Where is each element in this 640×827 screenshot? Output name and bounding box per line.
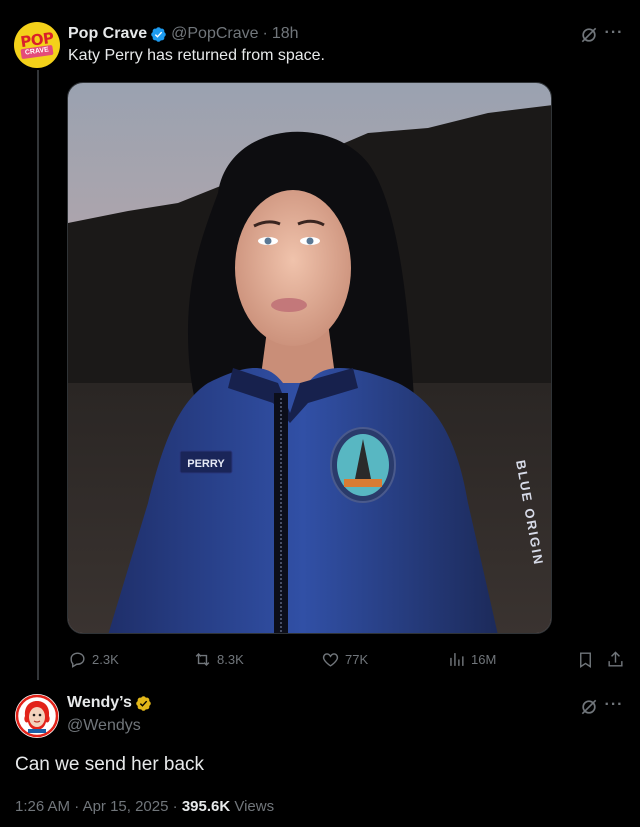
bookmark-button[interactable] [576, 648, 595, 670]
tweet-image[interactable]: PERRY BLUE ORIGIN [67, 82, 552, 634]
views-label: Views [234, 798, 275, 815]
repost-count: 8.3K [217, 651, 244, 667]
verified-badge-icon[interactable] [150, 26, 167, 43]
avatar[interactable] [15, 694, 59, 738]
reply-button[interactable]: 2.3K [68, 648, 119, 670]
photo-katy-perry: PERRY BLUE ORIGIN [68, 83, 551, 633]
author-handle[interactable]: @Wendys [67, 717, 141, 735]
more-icon[interactable]: ··· [604, 25, 624, 46]
views-count: 16M [471, 651, 497, 667]
views-count: 395.6K [181, 798, 231, 815]
share-button[interactable] [606, 648, 625, 670]
verified-badge-icon[interactable] [135, 695, 152, 712]
like-icon [322, 652, 339, 667]
separator-dot: · [74, 798, 80, 815]
author-name[interactable]: Pop Crave [68, 25, 147, 43]
like-button[interactable]: 77K [321, 648, 368, 670]
like-count: 77K [345, 651, 369, 667]
separator-dot: · [262, 25, 268, 42]
reply-icon [70, 651, 85, 668]
tweet-date[interactable]: Apr 15, 2025 [83, 798, 169, 815]
tweet-header: Wendy’s [67, 694, 156, 712]
author-handle[interactable]: @PopCrave [171, 25, 258, 43]
tweet-header: Pop Crave @PopCrave · 18h [68, 23, 299, 45]
repost-icon [195, 652, 210, 666]
suit-patch-text: PERRY [187, 458, 225, 470]
tweet-text: Can we send her back [15, 754, 205, 775]
views-icon [450, 652, 464, 666]
tweet-time[interactable]: 18h [272, 25, 299, 43]
bookmark-icon [580, 651, 591, 668]
avatar[interactable]: POP CRAVE [14, 22, 60, 68]
repost-button[interactable]: 8.3K [193, 648, 244, 670]
tweet-time[interactable]: 1:26 AM [15, 798, 70, 815]
thread-line [37, 70, 39, 680]
wendys-logo-icon [15, 694, 59, 738]
author-name[interactable]: Wendy’s [67, 694, 132, 712]
separator-dot: · [172, 798, 178, 815]
tweet-text: Katy Perry has returned from space. [68, 47, 325, 64]
grok-icon[interactable] [579, 697, 599, 717]
grok-icon[interactable] [579, 25, 599, 45]
tweet-actions: 2.3K 8.3K 77K 16M [0, 648, 640, 670]
reply-count: 2.3K [92, 651, 119, 667]
share-icon [608, 650, 623, 667]
tweet-metadata: 1:26 AM · Apr 15, 2025 · 395.6K Views [15, 798, 274, 815]
views-button[interactable]: 16M [447, 648, 496, 670]
more-icon[interactable]: ··· [604, 697, 624, 718]
